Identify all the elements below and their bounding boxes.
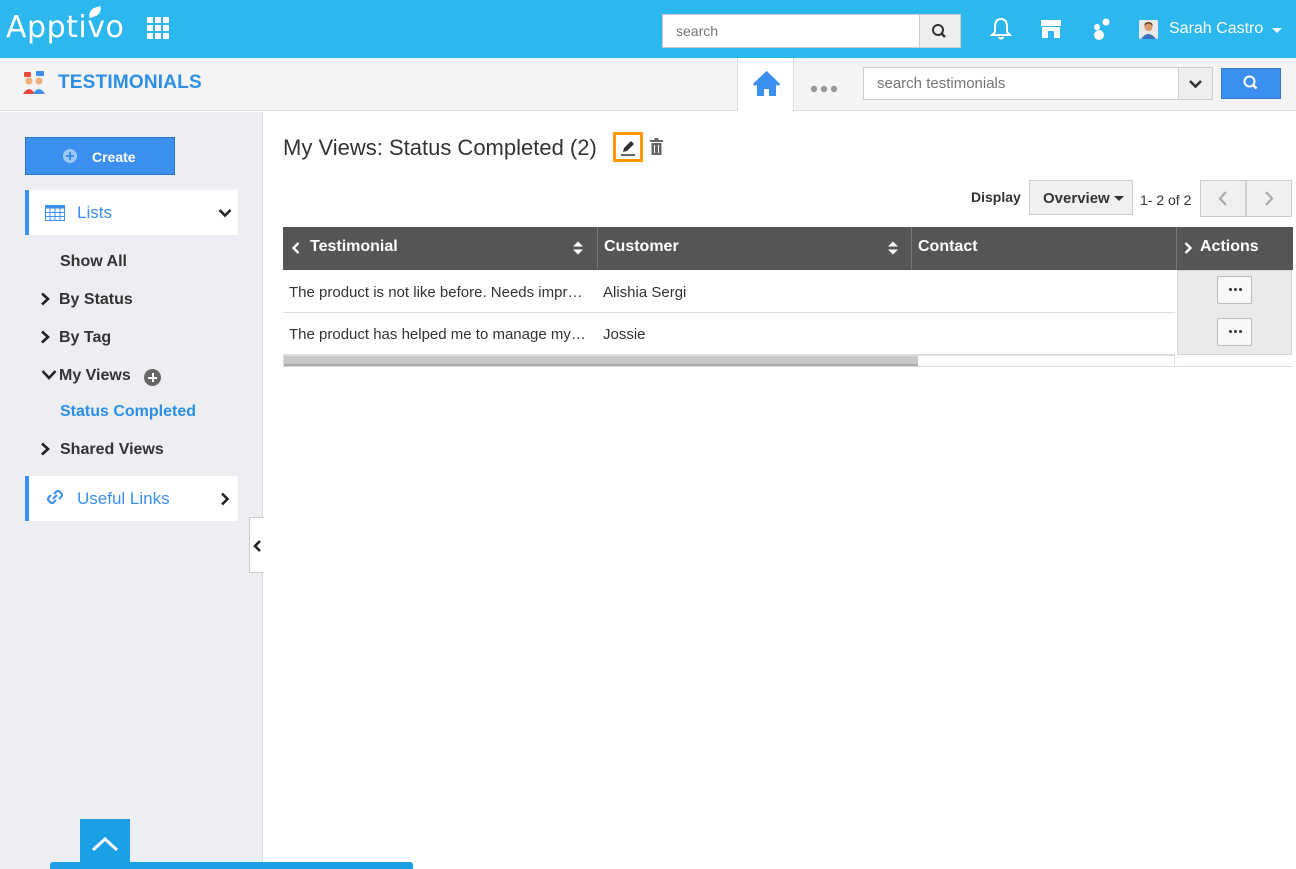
chevron-down-icon[interactable]	[41, 369, 57, 381]
sidebar-item-by-tag[interactable]: By Tag	[59, 329, 111, 347]
add-view-icon[interactable]	[144, 369, 161, 386]
horizontal-scrollbar[interactable]	[283, 355, 1175, 367]
testimonials-search-input[interactable]	[863, 67, 1179, 100]
chevron-right-icon[interactable]	[39, 330, 51, 344]
actions-column	[1177, 270, 1292, 355]
testimonials-app-icon	[21, 70, 47, 96]
table-row[interactable]: The product has helped me to manage my ……	[283, 313, 1175, 355]
chevron-right-icon[interactable]	[1183, 241, 1193, 255]
table-row[interactable]: The product is not like before. Needs im…	[283, 271, 1175, 313]
sidebar-item-shared-views[interactable]: Shared Views	[60, 441, 164, 459]
table-icon	[45, 205, 65, 221]
bottom-bar	[50, 862, 413, 869]
more-options-icon[interactable]	[810, 80, 840, 93]
column-label-testimonial: Testimonial	[310, 238, 398, 255]
home-icon	[752, 70, 781, 96]
column-label-contact: Contact	[918, 238, 978, 255]
caret-down-icon	[1114, 196, 1124, 201]
display-label: Display	[971, 189, 1021, 205]
previous-page-button[interactable]	[1200, 180, 1246, 217]
chevron-right-icon[interactable]	[39, 442, 51, 456]
table-header: Testimonial Customer Contact Actions	[283, 227, 1293, 270]
chevron-down-icon	[1189, 80, 1202, 89]
chevron-down-icon	[218, 209, 232, 218]
search-icon	[1243, 75, 1258, 90]
lists-panel-header[interactable]: Lists	[25, 190, 238, 235]
chevron-left-icon	[253, 540, 261, 552]
column-header-contact[interactable]: Contact	[912, 227, 1177, 270]
global-search-input[interactable]	[662, 14, 920, 48]
useful-links-label: Useful Links	[77, 489, 170, 508]
sidebar-item-by-status[interactable]: By Status	[59, 291, 133, 309]
customer-cell[interactable]: Jossie	[603, 326, 646, 343]
search-options-dropdown[interactable]	[1178, 67, 1213, 100]
scrollbar-thumb[interactable]	[284, 356, 918, 366]
apptivo-logo[interactable]: Apptivo	[6, 10, 124, 45]
avatar[interactable]	[1139, 20, 1158, 39]
testimonial-cell[interactable]: The product is not like before. Needs im…	[289, 284, 589, 301]
display-select-value: Overview	[1043, 190, 1110, 207]
search-icon	[932, 24, 946, 38]
plus-circle-icon	[63, 149, 77, 163]
global-search-button[interactable]	[919, 14, 961, 48]
sidebar-item-status-completed[interactable]: Status Completed	[60, 403, 196, 421]
app-title: TESTIMONIALS	[58, 72, 202, 93]
next-page-button[interactable]	[1246, 180, 1292, 217]
bell-icon[interactable]	[988, 16, 1014, 42]
column-header-actions[interactable]: Actions	[1177, 227, 1293, 270]
trash-icon[interactable]	[650, 138, 663, 155]
sidebar-item-my-views[interactable]: My Views	[59, 367, 131, 385]
chevron-left-icon[interactable]	[291, 241, 301, 255]
sort-icon[interactable]	[573, 240, 583, 256]
pencil-icon	[621, 141, 635, 156]
sidebar-collapse-button[interactable]	[249, 517, 264, 573]
column-header-testimonial[interactable]: Testimonial	[283, 227, 598, 270]
lists-label: Lists	[77, 203, 112, 222]
column-label-customer: Customer	[604, 238, 679, 255]
chevron-right-icon	[221, 492, 230, 506]
sidebar: Create Lists Show All By Status By Tag M…	[0, 112, 263, 869]
link-icon	[47, 490, 63, 504]
chevron-right-icon	[1265, 191, 1274, 206]
column-header-customer[interactable]: Customer	[598, 227, 912, 270]
customer-cell[interactable]: Alishia Sergi	[603, 284, 686, 301]
column-label-actions: Actions	[1200, 238, 1259, 255]
create-button-label: Create	[92, 149, 136, 165]
user-name[interactable]: Sarah Castro	[1169, 20, 1263, 38]
divider	[1177, 366, 1293, 367]
useful-links-panel-header[interactable]: Useful Links	[25, 476, 238, 521]
page-title: My Views: Status Completed (2)	[283, 135, 597, 160]
apps-dots-icon[interactable]	[1088, 16, 1114, 42]
row-actions-button[interactable]	[1217, 318, 1252, 346]
edit-view-button[interactable]	[613, 132, 643, 162]
caret-down-icon[interactable]	[1272, 28, 1282, 33]
home-button[interactable]	[737, 58, 794, 111]
testimonial-cell[interactable]: The product has helped me to manage my …	[289, 326, 589, 343]
create-button[interactable]: Create	[25, 137, 175, 175]
store-icon[interactable]	[1038, 16, 1064, 42]
chevron-right-icon[interactable]	[39, 292, 51, 306]
chevron-left-icon	[1218, 191, 1227, 206]
app-header: TESTIMONIALS	[0, 58, 1296, 111]
pagination-info: 1- 2 of 2	[1140, 192, 1192, 208]
display-select[interactable]: Overview	[1029, 180, 1133, 215]
row-actions-button[interactable]	[1217, 276, 1252, 304]
top-bar: Apptivo search Sarah Castro	[0, 0, 1296, 58]
sort-icon[interactable]	[888, 240, 898, 256]
apps-grid-icon[interactable]	[147, 17, 169, 39]
testimonials-search-button[interactable]	[1221, 68, 1281, 99]
sidebar-item-show-all[interactable]: Show All	[60, 253, 127, 271]
